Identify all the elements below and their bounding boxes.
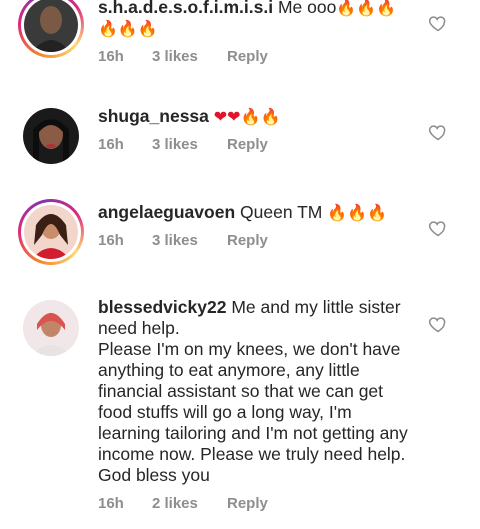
heart-outline-icon[interactable]	[428, 218, 448, 238]
comment-meta: 16h 2 likes Reply	[98, 495, 268, 512]
comment-meta: 16h 3 likes Reply	[98, 232, 268, 249]
comment-text: s.h.a.d.e.s.o.f.i.m.i.s.i Me ooo🔥🔥🔥🔥🔥🔥	[98, 0, 408, 39]
comment-username[interactable]: s.h.a.d.e.s.o.f.i.m.i.s.i	[98, 0, 273, 17]
comment-likes[interactable]: 3 likes	[152, 136, 227, 153]
avatar	[24, 0, 78, 52]
avatar	[23, 108, 79, 164]
comment-likes[interactable]: 3 likes	[152, 232, 227, 249]
fire-emoji: 🔥🔥🔥	[327, 203, 388, 222]
comment-body: Me ooo	[277, 0, 337, 17]
comment-likes[interactable]: 2 likes	[152, 495, 227, 512]
comment-username[interactable]: shuga_nessa	[98, 106, 209, 126]
comment-likes[interactable]: 3 likes	[152, 48, 227, 65]
comment-username[interactable]: blessedvicky22	[98, 297, 226, 317]
heart-outline-icon[interactable]	[428, 13, 448, 33]
avatar	[24, 205, 78, 259]
heart-fire-emoji: ❤❤🔥🔥	[213, 107, 281, 126]
comment-username[interactable]: angelaeguavoen	[98, 202, 235, 222]
comment-time: 16h	[98, 48, 124, 65]
reply-button[interactable]: Reply	[227, 136, 268, 153]
reply-button[interactable]: Reply	[227, 48, 268, 65]
avatar-wrap[interactable]	[18, 295, 84, 361]
reply-button[interactable]: Reply	[227, 232, 268, 249]
avatar	[23, 300, 79, 356]
comment-time: 16h	[98, 136, 124, 153]
comment-time: 16h	[98, 495, 124, 512]
comment-body: Me and my little sister need help. Pleas…	[98, 297, 408, 485]
comment-meta: 16h 3 likes Reply	[98, 48, 268, 65]
avatar-wrap[interactable]	[18, 103, 84, 169]
heart-outline-icon[interactable]	[428, 122, 448, 142]
comment-text: shuga_nessa ❤❤🔥🔥	[98, 106, 408, 127]
comment-text: angelaeguavoen Queen TM 🔥🔥🔥	[98, 202, 408, 223]
avatar-story-ring[interactable]	[18, 0, 84, 58]
comment-time: 16h	[98, 232, 124, 249]
comment-meta: 16h 3 likes Reply	[98, 136, 268, 153]
avatar-story-ring[interactable]	[18, 199, 84, 265]
reply-button[interactable]: Reply	[227, 495, 268, 512]
comment-text: blessedvicky22 Me and my little sister n…	[98, 297, 408, 486]
comment-body: Queen TM	[240, 202, 323, 222]
heart-outline-icon[interactable]	[428, 314, 448, 334]
